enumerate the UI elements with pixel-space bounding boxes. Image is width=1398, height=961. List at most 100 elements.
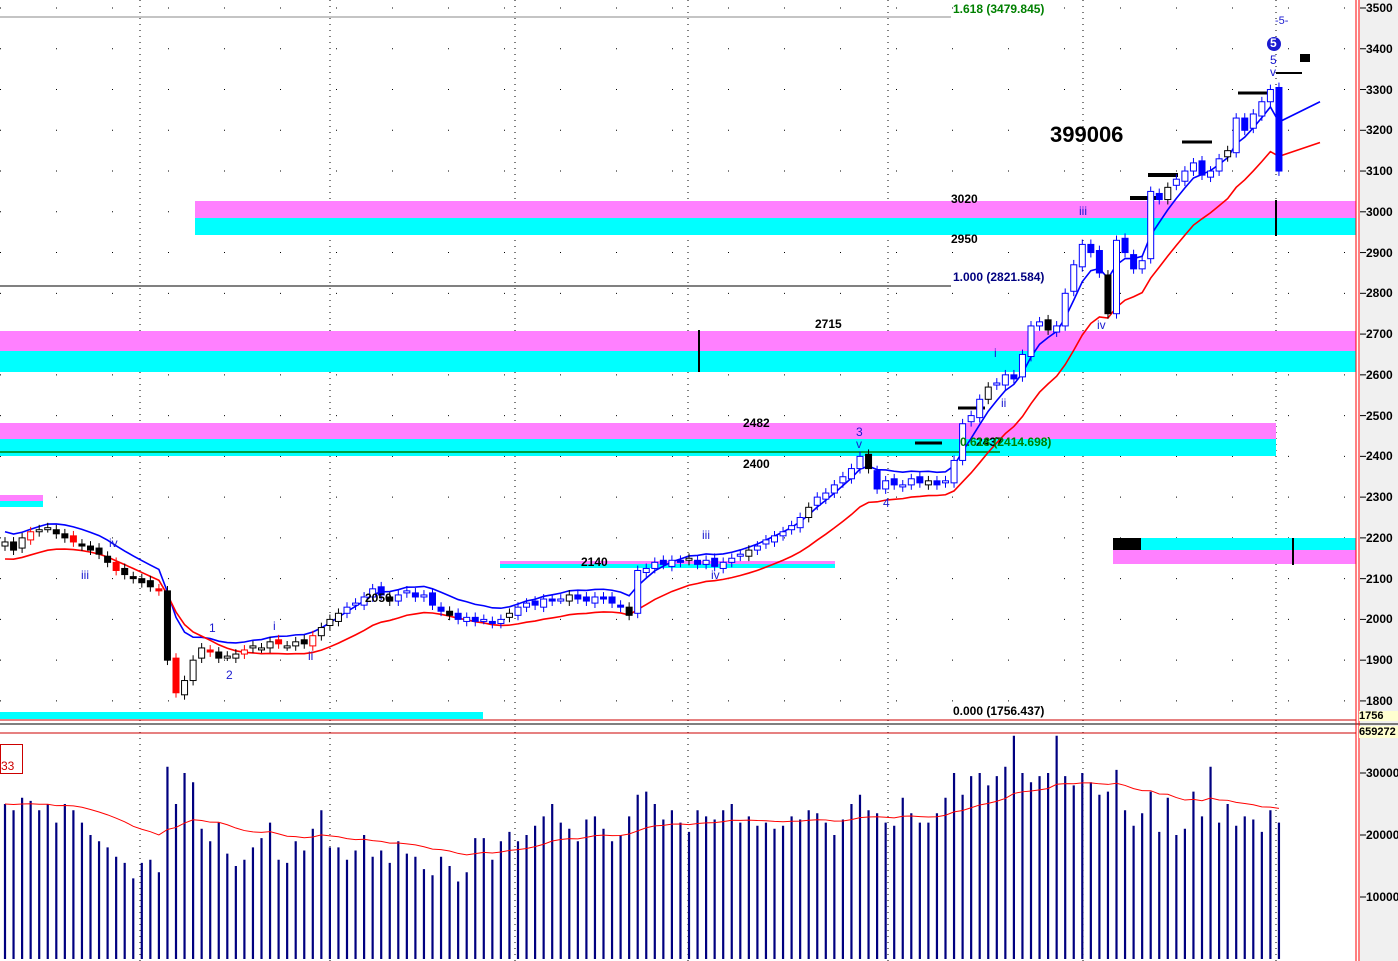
candle: [146, 580, 154, 588]
zone-left-magenta: [0, 495, 43, 501]
wave-label: v: [1270, 65, 1276, 79]
candle: [1010, 374, 1018, 380]
candle: [52, 529, 60, 535]
candle: [471, 616, 479, 622]
price-tick-label: 3100: [1366, 164, 1393, 179]
level-2950-label: 2950: [951, 232, 978, 246]
candle: [326, 618, 334, 627]
level-2140-label: 2140: [581, 555, 608, 569]
candle: [1164, 186, 1172, 201]
candle: [574, 594, 582, 600]
zone-2715-magenta: [0, 331, 1356, 351]
candle: [565, 594, 573, 602]
candle: [676, 559, 684, 563]
candle: [454, 612, 462, 620]
candle: [625, 606, 633, 616]
candle: [796, 517, 804, 529]
candle: [138, 578, 146, 584]
wave-label: i: [994, 346, 997, 360]
moving-averages: [4, 101, 1321, 655]
candle: [822, 492, 830, 500]
candle: [488, 620, 496, 624]
candle: [1078, 243, 1086, 268]
price-tick-label: 3500: [1366, 1, 1393, 15]
wave-label: 2: [226, 668, 233, 682]
candle: [865, 453, 873, 470]
candle: [617, 604, 625, 608]
candle: [873, 470, 881, 490]
candle: [411, 592, 419, 598]
level-3020-label: 3020: [951, 192, 978, 206]
candle: [334, 612, 342, 622]
candle: [1189, 162, 1197, 172]
support-resistance-zones: [0, 201, 1356, 719]
candle: [309, 635, 317, 647]
price-tick-label: 3000: [1366, 204, 1393, 219]
candle: [736, 553, 744, 557]
candle: [1147, 190, 1155, 260]
candle: [1215, 158, 1223, 172]
candle: [753, 545, 761, 551]
price-tick-label: 2500: [1366, 408, 1393, 423]
zone-3020-magenta: [195, 201, 1356, 218]
zone-right-marker: [1113, 538, 1141, 550]
candle: [685, 557, 693, 561]
price-tick-label: 2800: [1366, 286, 1393, 301]
candle: [967, 415, 975, 423]
candle: [497, 618, 505, 624]
candle: [514, 606, 522, 616]
candle: [1104, 274, 1112, 315]
price-tick-label: 2400: [1366, 449, 1393, 464]
candle: [659, 559, 667, 565]
candle: [1155, 192, 1163, 201]
candle: [206, 649, 214, 653]
price-tick-label: 1900: [1366, 653, 1393, 668]
candle: [35, 529, 43, 533]
candle: [1044, 319, 1052, 331]
candle: [634, 569, 642, 614]
volume-period-box: 33: [0, 744, 23, 774]
candle: [27, 531, 35, 541]
zone-2482-magenta: [0, 423, 1276, 439]
candle: [719, 561, 727, 569]
grid: [0, 0, 1356, 961]
candle: [1, 541, 9, 547]
candle: [830, 484, 838, 494]
candle: [343, 606, 351, 614]
wave-label: ii: [1001, 396, 1007, 410]
candle: [223, 655, 231, 659]
price-tick-label: 2700: [1366, 327, 1393, 342]
candle: [189, 659, 197, 682]
candle: [1070, 264, 1078, 292]
candle: [762, 539, 770, 545]
candle: [18, 537, 26, 549]
fib-1000-label: 1.000 (2821.584): [953, 270, 1045, 284]
candle: [1275, 86, 1283, 172]
zone-left-cyan: [0, 501, 43, 507]
markers: [698, 54, 1310, 565]
candle: [548, 598, 556, 602]
zone-2400-cyan: [0, 439, 1276, 456]
price-tick-label: 2100: [1366, 571, 1393, 586]
candle: [882, 480, 890, 490]
candle: [839, 476, 847, 484]
wave-label: 1: [209, 621, 216, 635]
fib-1618-label: 1.618 (3479.845): [953, 2, 1045, 16]
candle: [1130, 254, 1138, 270]
candle: [121, 567, 129, 576]
candle: [1266, 89, 1274, 103]
candle: [924, 480, 932, 486]
candle: [788, 525, 796, 531]
big-number-label: 399006: [1050, 122, 1124, 147]
candle: [10, 541, 18, 551]
volume-top-box: 659272: [1359, 726, 1398, 738]
price-low-box: 1756: [1359, 711, 1398, 721]
candle: [1053, 325, 1061, 333]
candle: [240, 649, 248, 655]
candle: [728, 557, 736, 563]
price-chart: [0, 0, 1398, 961]
candle: [266, 641, 274, 649]
level-2400-label: 2400: [743, 457, 770, 471]
level-2715-label: 2715: [815, 317, 842, 331]
candle: [813, 496, 821, 506]
